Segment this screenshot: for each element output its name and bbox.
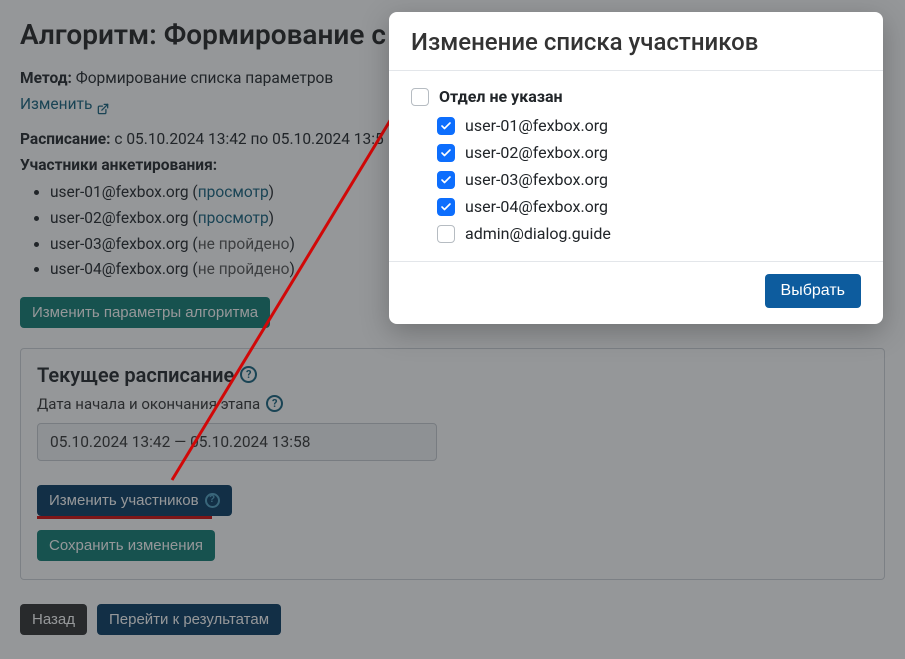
user-checkbox[interactable] xyxy=(437,171,455,189)
user-row[interactable]: admin@dialog.guide xyxy=(437,220,861,247)
user-email: user-04@fexbox.org xyxy=(465,197,608,216)
modal-title: Изменение списка участников xyxy=(411,28,861,56)
group-children: user-01@fexbox.org user-02@fexbox.org user… xyxy=(411,112,861,247)
user-checkbox[interactable] xyxy=(437,144,455,162)
group-label: Отдел не указан xyxy=(439,87,563,106)
user-row[interactable]: user-04@fexbox.org xyxy=(437,193,861,220)
user-checkbox[interactable] xyxy=(437,117,455,135)
user-row[interactable]: user-02@fexbox.org xyxy=(437,139,861,166)
modal-footer: Выбрать xyxy=(389,261,883,324)
user-tree: Отдел не указан user-01@fexbox.orguser-0… xyxy=(411,81,861,247)
participants-modal: Изменение списка участников Отдел не ука… xyxy=(389,12,883,324)
group-checkbox[interactable] xyxy=(411,88,429,106)
user-row[interactable]: user-03@fexbox.org xyxy=(437,166,861,193)
user-email: user-02@fexbox.org xyxy=(465,143,608,162)
user-email: user-03@fexbox.org xyxy=(465,170,608,189)
modal-body: Отдел не указан user-01@fexbox.orguser-0… xyxy=(389,71,883,261)
select-button[interactable]: Выбрать xyxy=(765,274,861,308)
modal-header: Изменение списка участников xyxy=(389,12,883,71)
user-email: user-01@fexbox.org xyxy=(465,116,608,135)
user-checkbox[interactable] xyxy=(437,198,455,216)
group-row[interactable]: Отдел не указан xyxy=(411,81,861,112)
user-email: admin@dialog.guide xyxy=(465,224,611,243)
user-row[interactable]: user-01@fexbox.org xyxy=(437,112,861,139)
user-checkbox[interactable] xyxy=(437,225,455,243)
